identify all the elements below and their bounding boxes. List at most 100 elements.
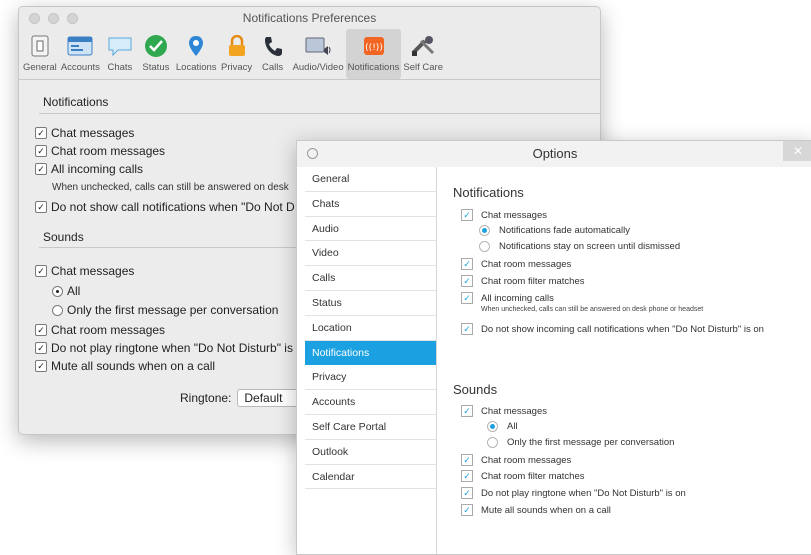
sounds-all-row[interactable]: All: [487, 421, 518, 432]
nav-item-calendar[interactable]: Calendar: [305, 465, 436, 490]
svg-text:((!)): ((!)): [365, 43, 383, 53]
do-not-play-row[interactable]: ✓ Do not play ringtone when "Do Not Dist…: [35, 341, 293, 355]
checkbox[interactable]: ✓: [461, 292, 473, 304]
checkbox[interactable]: ✓: [461, 275, 473, 287]
chat-room-filter-row[interactable]: ✓ Chat room filter matches: [461, 275, 584, 287]
sounds-section-title: Sounds: [43, 230, 84, 244]
nav-item-video[interactable]: Video: [305, 241, 436, 267]
nav-item-outlook[interactable]: Outlook: [305, 440, 436, 465]
tab-privacy[interactable]: Privacy: [219, 29, 255, 79]
chat-room-messages-row[interactable]: ✓ Chat room messages: [461, 258, 571, 270]
tab-general[interactable]: General: [21, 29, 59, 79]
section-divider: [39, 113, 600, 114]
checkbox[interactable]: ✓: [461, 323, 473, 335]
checkbox[interactable]: ✓: [461, 470, 473, 482]
preferences-toolbar: General Accounts Chats Status Locations: [19, 29, 600, 80]
zoom-light[interactable]: [67, 13, 78, 24]
switch-icon: [24, 33, 56, 59]
tab-status[interactable]: Status: [138, 29, 174, 79]
minimize-light[interactable]: [48, 13, 59, 24]
checkbox[interactable]: ✓: [35, 145, 47, 157]
incoming-calls-note: When unchecked, calls can still be answe…: [52, 182, 289, 193]
tab-audio-video[interactable]: Audio/Video: [291, 29, 346, 79]
fade-auto-row[interactable]: Notifications fade automatically: [479, 225, 630, 236]
radio-all-row[interactable]: All: [52, 284, 80, 298]
checkbox[interactable]: ✓: [461, 405, 473, 417]
audio-video-icon: [302, 33, 334, 59]
tab-calls[interactable]: Calls: [255, 29, 291, 79]
chat-room-messages-checkbox-row[interactable]: ✓ Chat room messages: [35, 144, 165, 158]
radio-button[interactable]: [487, 421, 498, 432]
checkbox[interactable]: ✓: [35, 360, 47, 372]
nav-item-audio[interactable]: Audio: [305, 217, 436, 242]
nav-item-chats[interactable]: Chats: [305, 192, 436, 217]
close-icon[interactable]: ✕: [783, 141, 811, 161]
mute-all-row[interactable]: ✓ Mute all sounds when on a call: [35, 359, 215, 373]
do-not-show-checkbox-row[interactable]: ✓ Do not show call notifications when "D…: [35, 200, 295, 214]
all-incoming-calls-checkbox-row[interactable]: ✓ All incoming calls: [35, 162, 143, 176]
radio-first-row[interactable]: Only the first message per conversation: [52, 303, 278, 317]
checkbox[interactable]: ✓: [461, 209, 473, 221]
tab-notifications[interactable]: ((!)) Notifications: [345, 29, 402, 79]
ringtone-label: Ringtone:: [180, 391, 232, 405]
checkbox[interactable]: ✓: [461, 504, 473, 516]
sounds-chat-messages-row[interactable]: ✓ Chat messages: [35, 264, 134, 278]
do-not-show-row[interactable]: ✓ Do not show incoming call notification…: [461, 323, 764, 335]
sounds-first-row[interactable]: Only the first message per conversation: [487, 437, 674, 448]
checkbox[interactable]: ✓: [461, 454, 473, 466]
nav-item-status[interactable]: Status: [305, 291, 436, 316]
tab-self-care[interactable]: Self Care: [401, 29, 445, 79]
stay-on-row[interactable]: Notifications stay on screen until dismi…: [479, 241, 680, 252]
tab-locations[interactable]: Locations: [174, 29, 219, 79]
radio-button[interactable]: [52, 304, 63, 316]
sounds-mute-row[interactable]: ✓ Mute all sounds when on a call: [461, 504, 611, 516]
options-nav: General Chats Audio Video Calls Status L…: [305, 167, 437, 554]
sounds-do-not-play-row[interactable]: ✓ Do not play ringtone when "Do Not Dist…: [461, 487, 686, 499]
location-pin-icon: [180, 33, 212, 59]
nav-item-notifications[interactable]: Notifications: [305, 340, 436, 366]
checkbox[interactable]: ✓: [35, 201, 47, 213]
sounds-chat-room-row[interactable]: ✓ Chat room messages: [461, 454, 571, 466]
radio-button[interactable]: [487, 437, 498, 448]
checkbox[interactable]: ✓: [461, 487, 473, 499]
incoming-note: When unchecked, calls can still be answe…: [481, 306, 704, 313]
nav-item-location[interactable]: Location: [305, 316, 436, 341]
nav-item-general[interactable]: General: [305, 167, 436, 192]
phone-icon: [257, 33, 289, 59]
accounts-icon: [64, 33, 96, 59]
tab-chats[interactable]: Chats: [102, 29, 138, 79]
checkbox[interactable]: ✓: [35, 265, 47, 277]
notifications-section-title: Notifications: [43, 95, 109, 109]
mac-titlebar: Notifications Preferences: [19, 7, 600, 29]
radio-button[interactable]: [479, 241, 490, 252]
dialog-title: Options: [532, 146, 578, 161]
checkbox[interactable]: ✓: [35, 324, 47, 336]
radio-button[interactable]: [52, 285, 63, 297]
sounds-chat-room-row[interactable]: ✓ Chat room messages: [35, 323, 165, 337]
sounds-chat-messages-row[interactable]: ✓ Chat messages: [461, 405, 547, 417]
nav-item-privacy[interactable]: Privacy: [305, 365, 436, 391]
notifications-icon: ((!)): [358, 33, 390, 59]
nav-item-calls[interactable]: Calls: [305, 266, 436, 291]
sounds-chat-filter-row[interactable]: ✓ Chat room filter matches: [461, 470, 584, 482]
chat-messages-row[interactable]: ✓ Chat messages: [461, 209, 547, 221]
dialog-titlebar: Options ✕: [297, 141, 811, 167]
checkbox[interactable]: ✓: [461, 258, 473, 270]
notifications-heading: Notifications: [453, 185, 524, 200]
nav-item-self-care-portal[interactable]: Self Care Portal: [305, 415, 436, 440]
status-check-icon: [140, 33, 172, 59]
lock-icon: [221, 33, 253, 59]
checkbox[interactable]: ✓: [35, 127, 47, 139]
checkbox[interactable]: ✓: [35, 163, 47, 175]
options-dialog: Options ✕ General Chats Audio Video Call…: [296, 140, 811, 555]
close-light[interactable]: [29, 13, 40, 24]
checkbox[interactable]: ✓: [35, 342, 47, 354]
window-controls: [29, 13, 78, 24]
chat-messages-checkbox-row[interactable]: ✓ Chat messages: [35, 126, 134, 140]
nav-item-accounts[interactable]: Accounts: [305, 390, 436, 415]
tools-icon: [407, 33, 439, 59]
all-incoming-row[interactable]: ✓ All incoming calls: [461, 292, 554, 304]
radio-button[interactable]: [479, 225, 490, 236]
window-title: Notifications Preferences: [242, 11, 377, 25]
tab-accounts[interactable]: Accounts: [59, 29, 102, 79]
